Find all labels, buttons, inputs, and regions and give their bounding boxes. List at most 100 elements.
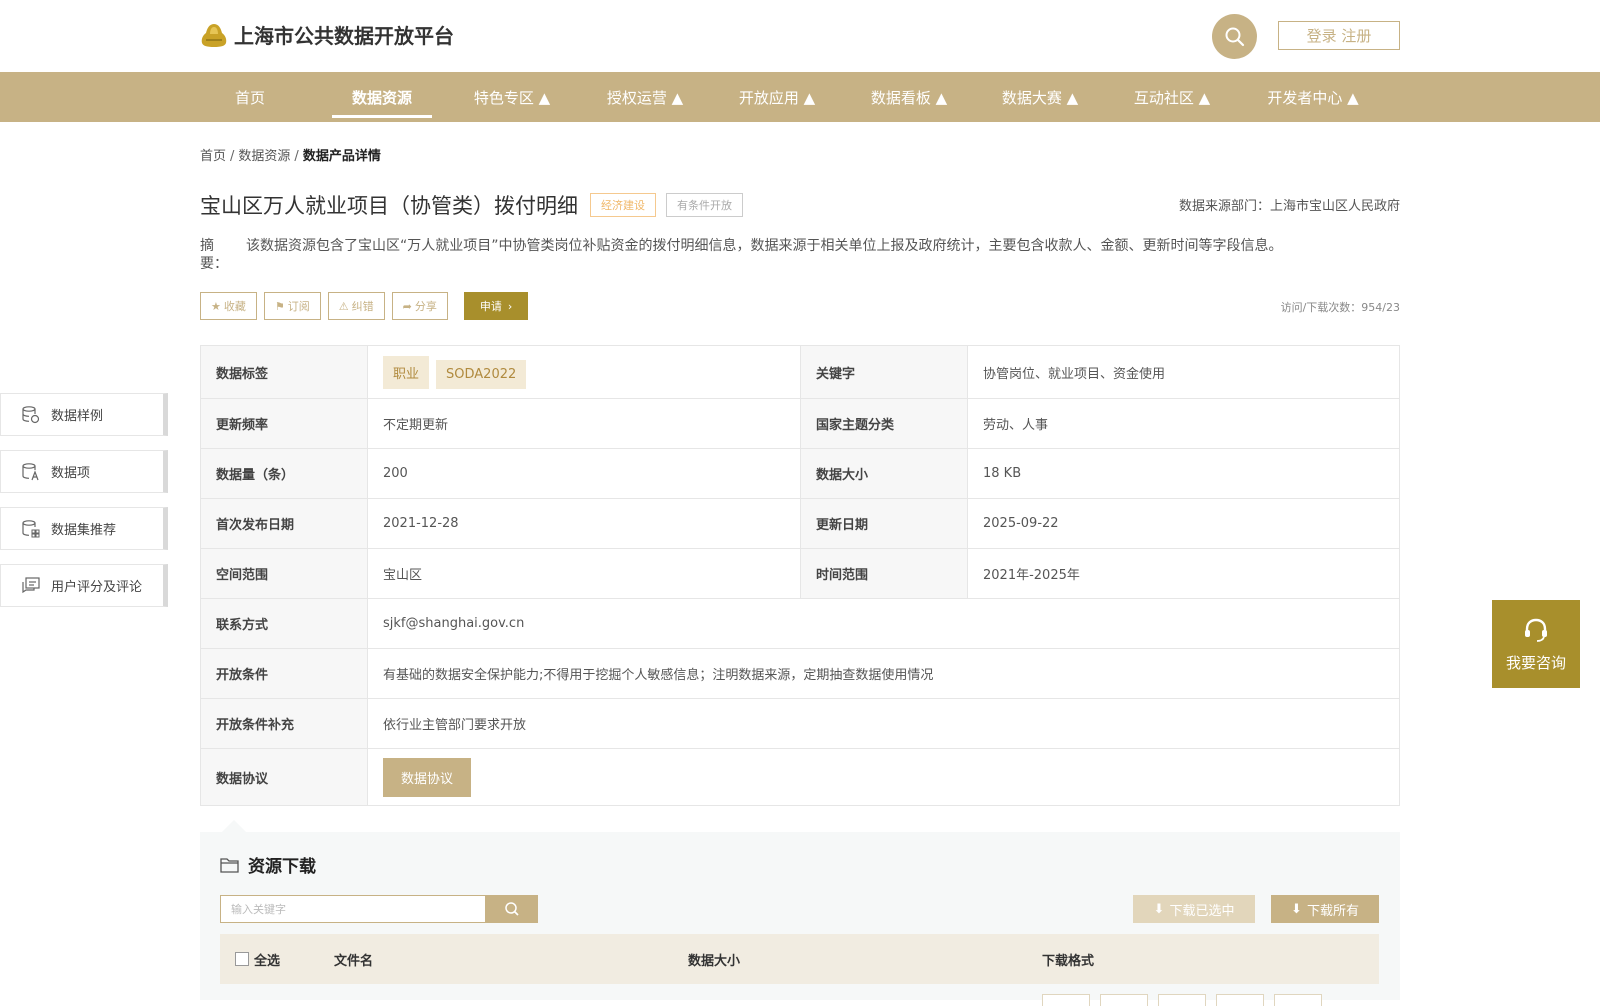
- first-publish-label: 首次发布日期: [200, 498, 368, 549]
- nav-item-community[interactable]: 互动社区 ▲: [1122, 72, 1222, 122]
- format-option[interactable]: [1100, 994, 1148, 1006]
- breadcrumb-separator: /: [230, 149, 235, 164]
- download-all-button[interactable]: ⬇ 下载所有: [1271, 895, 1379, 923]
- info-row: 数据协议 数据协议: [200, 748, 1400, 806]
- nav-item-open-apps[interactable]: 开放应用 ▲: [727, 72, 827, 122]
- format-option[interactable]: [1042, 994, 1090, 1006]
- site-logo[interactable]: 上海市公共数据开放平台: [200, 20, 454, 49]
- tag-chip[interactable]: SODA2022: [436, 359, 527, 389]
- nav-item-competition[interactable]: 数据大赛 ▲: [990, 72, 1090, 122]
- resource-search-button[interactable]: [486, 895, 538, 923]
- update-frequency-value: 不定期更新: [367, 398, 801, 449]
- action-bar: ★ 收藏 ⚑ 订阅 ⚠ 纠错 ➦ 分享 申请 ›: [200, 292, 529, 320]
- share-label: 分享: [414, 300, 437, 313]
- correct-button[interactable]: ⚠ 纠错: [327, 292, 385, 320]
- subscribe-button[interactable]: ⚑ 订阅: [263, 292, 321, 320]
- nav-item-dashboard[interactable]: 数据看板 ▲: [859, 72, 959, 122]
- select-all-checkbox[interactable]: [235, 952, 249, 966]
- product-title-row: 宝山区万人就业项目（协管类）拨付明细 经济建设 有条件开放: [200, 190, 743, 220]
- correct-label: 纠错: [351, 300, 374, 313]
- search-icon: [1225, 27, 1244, 46]
- resource-search-input[interactable]: [220, 895, 486, 923]
- update-date-label: 更新日期: [800, 498, 968, 549]
- resource-download-panel: 资源下载 ⬇ 下载已选中 ⬇ 下载所有 全选 文件名 数据大小 下载格式: [200, 832, 1400, 1006]
- spatial-range-label: 空间范围: [200, 548, 368, 599]
- resource-search: [220, 895, 538, 923]
- record-count-value: 200: [367, 448, 801, 499]
- nav-item-data-resources[interactable]: 数据资源: [332, 72, 432, 122]
- open-condition-label: 开放条件: [200, 648, 368, 699]
- download-selected-button[interactable]: ⬇ 下载已选中: [1133, 895, 1255, 923]
- sidebar-item-data-fields[interactable]: 数据项: [0, 450, 168, 493]
- panel-pointer: [222, 820, 246, 832]
- page-title: 宝山区万人就业项目（协管类）拨付明细: [200, 194, 578, 218]
- format-option[interactable]: [1274, 994, 1322, 1006]
- warning-icon: ⚠: [338, 299, 349, 313]
- open-condition-extra-label: 开放条件补充: [200, 698, 368, 749]
- tags-label: 数据标签: [200, 345, 368, 399]
- info-row: 联系方式 sjkf@shanghai.gov.cn: [200, 598, 1400, 649]
- breadcrumb: 首页 / 数据资源 / 数据产品详情: [200, 145, 381, 164]
- download-all-label: 下载所有: [1306, 903, 1359, 919]
- select-all-label: 全选: [254, 953, 281, 969]
- contact-label: 联系方式: [200, 598, 368, 649]
- spatial-range-value: 宝山区: [367, 548, 801, 599]
- time-range-label: 时间范围: [800, 548, 968, 599]
- info-row: 开放条件 有基础的数据安全保护能力;不得用于挖掘个人敏感信息；注明数据来源，定期…: [200, 648, 1400, 699]
- product-info-table: 数据标签 职业 SODA2022 关键字 协管岗位、就业项目、资金使用 更新频率 …: [200, 345, 1400, 806]
- database-icon: [22, 405, 40, 423]
- abstract-label: 摘 要：: [200, 238, 228, 272]
- time-range-value: 2021年-2025年: [967, 548, 1400, 599]
- sidebar-item-data-sample[interactable]: 数据样例: [0, 393, 168, 436]
- favorite-label: 收藏: [223, 300, 246, 313]
- tag-chip[interactable]: 职业: [383, 355, 430, 389]
- open-condition-extra-value: 依行业主管部门要求开放: [367, 698, 1400, 749]
- sidebar-item-ratings-comments[interactable]: 用户评分及评论: [0, 564, 168, 607]
- login-register-button[interactable]: 登录 注册: [1278, 21, 1400, 50]
- keywords-value: 协管岗位、就业项目、资金使用: [967, 345, 1400, 399]
- data-size-value: 18 KB: [967, 448, 1400, 499]
- download-icon: ⬇: [1153, 901, 1165, 917]
- consult-button[interactable]: 我要咨询: [1492, 600, 1580, 688]
- sidebar-item-dataset-recommend[interactable]: 数据集推荐: [0, 507, 168, 550]
- info-row: 更新频率 不定期更新 国家主题分类 劳动、人事: [200, 398, 1400, 449]
- agreement-label: 数据协议: [200, 748, 368, 806]
- favorite-button[interactable]: ★ 收藏: [200, 292, 257, 320]
- download-selected-label: 下载已选中: [1169, 903, 1235, 919]
- main-nav: 首页 数据资源 特色专区 ▲ 授权运营 ▲ 开放应用 ▲ 数据看板 ▲ 数据大赛…: [0, 72, 1600, 122]
- record-count-label: 数据量（条）: [200, 448, 368, 499]
- database-grid-icon: [22, 519, 40, 537]
- format-column-header: 下载格式: [1042, 953, 1095, 969]
- keywords-label: 关键字: [800, 345, 968, 399]
- theme-label: 国家主题分类: [800, 398, 968, 449]
- comment-icon: [22, 576, 40, 593]
- breadcrumb-data-resources[interactable]: 数据资源: [238, 149, 290, 164]
- abstract-text: 该数据资源包含了宝山区“万人就业项目”中协管类岗位补贴资金的拨付明细信息，数据来…: [246, 238, 1283, 254]
- nav-item-authorized-ops[interactable]: 授权运营 ▲: [595, 72, 695, 122]
- first-publish-value: 2021-12-28: [367, 498, 801, 549]
- info-row: 首次发布日期 2021-12-28 更新日期 2025-09-22: [200, 498, 1400, 549]
- info-row: 空间范围 宝山区 时间范围 2021年-2025年: [200, 548, 1400, 599]
- nav-item-developer[interactable]: 开发者中心 ▲: [1258, 72, 1368, 122]
- agreement-cell: 数据协议: [367, 748, 1400, 806]
- data-agreement-button[interactable]: 数据协议: [383, 757, 472, 797]
- format-option[interactable]: [1216, 994, 1264, 1006]
- format-option[interactable]: [1158, 994, 1206, 1006]
- nav-item-featured[interactable]: 特色专区 ▲: [462, 72, 562, 122]
- global-search-button[interactable]: [1212, 14, 1257, 59]
- apply-button[interactable]: 申请 ›: [463, 292, 529, 320]
- filename-column-header: 文件名: [334, 953, 374, 969]
- info-row: 数据标签 职业 SODA2022 关键字 协管岗位、就业项目、资金使用: [200, 345, 1400, 399]
- logo-icon: [201, 23, 227, 47]
- data-size-label: 数据大小: [800, 448, 968, 499]
- breadcrumb-home[interactable]: 首页: [200, 149, 226, 164]
- source-department: 数据来源部门：上海市宝山区人民政府: [1178, 199, 1400, 214]
- folder-icon: [220, 857, 239, 873]
- share-button[interactable]: ➦ 分享: [391, 292, 448, 320]
- sidebar-item-label: 用户评分及评论: [51, 580, 143, 595]
- nav-item-home[interactable]: 首页: [210, 72, 290, 122]
- site-header: 上海市公共数据开放平台 登录 注册: [0, 0, 1600, 72]
- chevron-right-icon: ›: [507, 299, 513, 313]
- contact-value: sjkf@shanghai.gov.cn: [367, 598, 1400, 649]
- open-type-tag: 有条件开放: [666, 193, 743, 217]
